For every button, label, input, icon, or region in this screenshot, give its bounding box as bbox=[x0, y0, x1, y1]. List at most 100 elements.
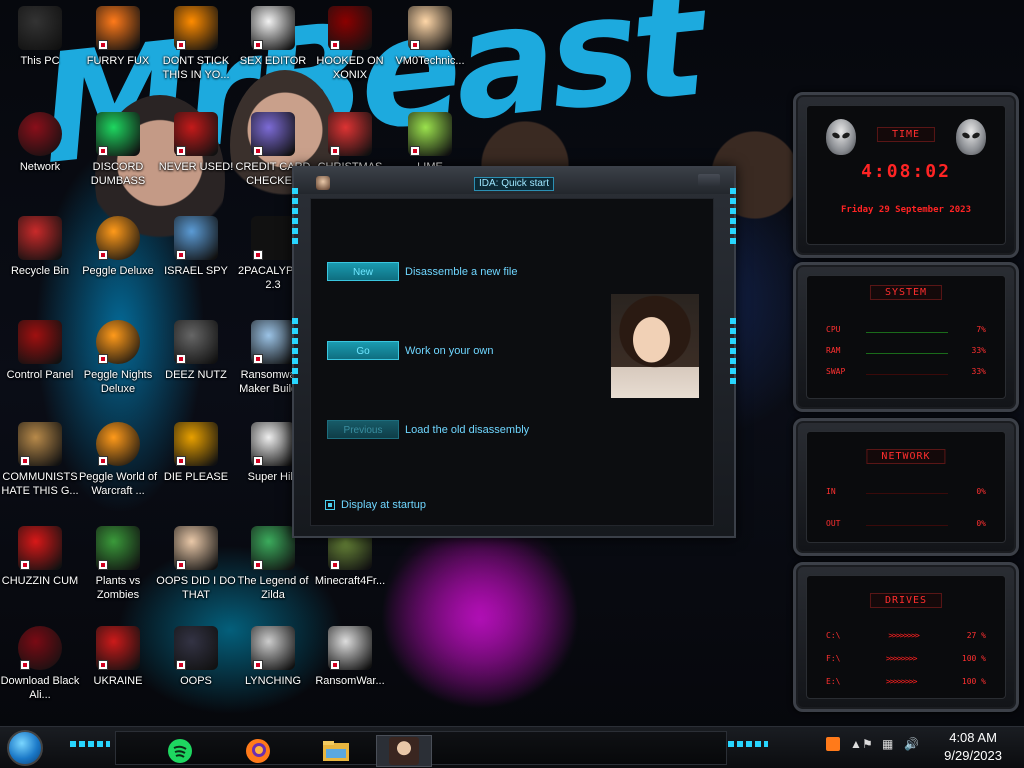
window-decor bbox=[730, 318, 736, 388]
network-icon[interactable]: ▦ bbox=[882, 737, 893, 751]
desktop-icon[interactable]: DISCORD DUMBASS bbox=[78, 112, 158, 188]
stat-value: 100 % bbox=[961, 677, 986, 686]
desktop-icon-label: LYNCHING bbox=[244, 675, 302, 687]
desktop-icon[interactable]: ISRAEL SPY bbox=[156, 216, 236, 278]
ida-taskbar-button[interactable] bbox=[376, 735, 432, 767]
shortcut-arrow-icon bbox=[253, 456, 263, 466]
alien-head-icon bbox=[956, 119, 986, 155]
firefox-taskbar-button[interactable] bbox=[230, 735, 286, 767]
shortcut-arrow-icon bbox=[176, 354, 186, 364]
shortcut-arrow-icon bbox=[176, 660, 186, 670]
taskbar-clock[interactable]: 4:08 AM 9/29/2023 bbox=[944, 729, 1002, 765]
desktop-icon[interactable]: UKRAINE bbox=[78, 626, 158, 688]
desktop-icon[interactable]: LIME bbox=[390, 112, 470, 174]
shortcut-arrow-icon bbox=[410, 146, 420, 156]
display-at-startup-checkbox[interactable] bbox=[325, 500, 335, 510]
tray-app-icon[interactable] bbox=[826, 737, 840, 754]
recycle-bin-icon bbox=[18, 216, 62, 260]
desktop-icon[interactable]: Peggle Deluxe bbox=[78, 216, 158, 278]
desktop-icon[interactable]: OOPS DID I DO THAT bbox=[156, 526, 236, 602]
cpu-graph bbox=[866, 332, 948, 333]
time-widget: TIME 4:08:02 Friday 29 September 2023 bbox=[793, 92, 1019, 258]
shortcut-arrow-icon bbox=[20, 660, 30, 670]
file-explorer-taskbar-button[interactable] bbox=[308, 735, 364, 767]
previous-button: Previous bbox=[327, 420, 399, 439]
desktop-icon-label: Minecraft4Fr... bbox=[314, 575, 386, 587]
shortcut-arrow-icon bbox=[98, 660, 108, 670]
pixel-game-icon bbox=[251, 422, 295, 466]
display-at-startup-label: Display at startup bbox=[341, 499, 426, 511]
desktop-icon[interactable]: DEEZ NUTZ bbox=[156, 320, 236, 382]
desktop-icon[interactable]: DIE PLEASE bbox=[156, 422, 236, 484]
drive-f-row: F:\ >>>>>>>> 100 % bbox=[826, 654, 986, 663]
go-button[interactable]: Go bbox=[327, 341, 399, 360]
desktop-icon[interactable]: This PC bbox=[0, 6, 80, 68]
shortcut-arrow-icon bbox=[330, 40, 340, 50]
desktop-icon[interactable]: HOOKED ON XONIX bbox=[310, 6, 390, 82]
desktop-icon-label: NEVER USED! bbox=[158, 161, 234, 173]
desktop-icon[interactable]: Download Black Ali... bbox=[0, 626, 80, 702]
stat-label: C:\ bbox=[826, 631, 841, 640]
desktop-icon[interactable]: SEX EDITOR bbox=[233, 6, 313, 68]
desktop-icon[interactable]: Peggle Nights Deluxe bbox=[78, 320, 158, 396]
desktop-icon-label: RansomWar... bbox=[315, 675, 385, 687]
xonix-game-icon bbox=[328, 6, 372, 50]
money-bag-icon bbox=[18, 422, 62, 466]
taskbar-band bbox=[115, 731, 727, 767]
window-content: New Disassemble a new file Go Work on yo… bbox=[310, 198, 714, 526]
stat-value: 0% bbox=[976, 487, 986, 496]
desktop-icon[interactable]: Peggle World of Warcraft ... bbox=[78, 422, 158, 498]
peggle-icon bbox=[96, 216, 140, 260]
desktop-icon[interactable]: LYNCHING bbox=[233, 626, 313, 688]
ram-graph bbox=[866, 353, 948, 354]
desktop-icon[interactable]: Control Panel bbox=[0, 320, 80, 382]
desktop-icon[interactable]: CHRISTMAS bbox=[310, 112, 390, 174]
desktop-icon[interactable]: RansomWar... bbox=[310, 626, 390, 688]
drive-usage-arrows: >>>>>>>> bbox=[885, 677, 918, 686]
spotify-taskbar-button[interactable] bbox=[152, 735, 208, 767]
network-in-row: IN 0% bbox=[826, 487, 986, 496]
display-at-startup-option[interactable]: Display at startup bbox=[325, 499, 426, 511]
desktop-icon[interactable]: CHUZZIN CUM bbox=[0, 526, 80, 588]
go-description: Work on your own bbox=[405, 345, 494, 357]
desktop-icon-label: OOPS DID I DO THAT bbox=[156, 575, 236, 601]
window-title: IDA: Quick start bbox=[474, 177, 555, 191]
ida-quick-start-window[interactable]: IDA: Quick start New Disassemble a new f… bbox=[292, 166, 736, 538]
flag-icon[interactable]: ⚑ bbox=[862, 737, 873, 751]
desktop-icon[interactable]: NEVER USED! bbox=[156, 112, 236, 174]
alien-icon bbox=[18, 626, 62, 670]
desktop-icon[interactable]: Plants vs Zombies bbox=[78, 526, 158, 602]
window-decor bbox=[292, 318, 298, 388]
system-widget: SYSTEM CPU 7% RAM 33% SWAP 33% bbox=[793, 262, 1019, 412]
desktop-icon-label: Peggle World of Warcraft ... bbox=[78, 471, 158, 497]
chuzzle-icon bbox=[18, 526, 62, 570]
portrait-icon bbox=[174, 526, 218, 570]
desktop-icon[interactable]: VM0Technic... bbox=[390, 6, 470, 68]
window-decor bbox=[292, 188, 298, 248]
desktop-icon[interactable]: DONT STICK THIS IN YO... bbox=[156, 6, 236, 82]
new-button[interactable]: New bbox=[327, 262, 399, 281]
shortcut-arrow-icon bbox=[176, 250, 186, 260]
desktop-icon[interactable]: FURRY FUX bbox=[78, 6, 158, 68]
desktop-icon[interactable]: COMMUNISTS HATE THIS G... bbox=[0, 422, 80, 498]
shortcut-arrow-icon bbox=[98, 354, 108, 364]
desktop-icon[interactable]: Network bbox=[0, 112, 80, 174]
stat-label: F:\ bbox=[826, 654, 841, 663]
desktop-icon[interactable]: OOPS bbox=[156, 626, 236, 688]
network-out-row: OUT 0% bbox=[826, 519, 986, 528]
tray-chevron-icon[interactable]: ▲ bbox=[850, 737, 862, 751]
close-button[interactable] bbox=[698, 174, 720, 186]
stat-label: RAM bbox=[826, 346, 841, 355]
desktop-icon-label: HOOKED ON XONIX bbox=[316, 55, 384, 81]
desktop-icon[interactable]: Recycle Bin bbox=[0, 216, 80, 278]
volume-icon[interactable]: 🔊 bbox=[904, 737, 919, 751]
shortcut-arrow-icon bbox=[253, 560, 263, 570]
desktop-icon-label: Download Black Ali... bbox=[0, 675, 80, 701]
desktop-icon-label: DISCORD DUMBASS bbox=[90, 161, 146, 187]
window-titlebar[interactable]: IDA: Quick start bbox=[294, 168, 734, 194]
shortcut-arrow-icon bbox=[98, 146, 108, 156]
radiation-icon bbox=[96, 626, 140, 670]
ransomware-builder-icon bbox=[251, 320, 295, 364]
start-button[interactable] bbox=[7, 730, 43, 766]
network-icon bbox=[18, 112, 62, 156]
